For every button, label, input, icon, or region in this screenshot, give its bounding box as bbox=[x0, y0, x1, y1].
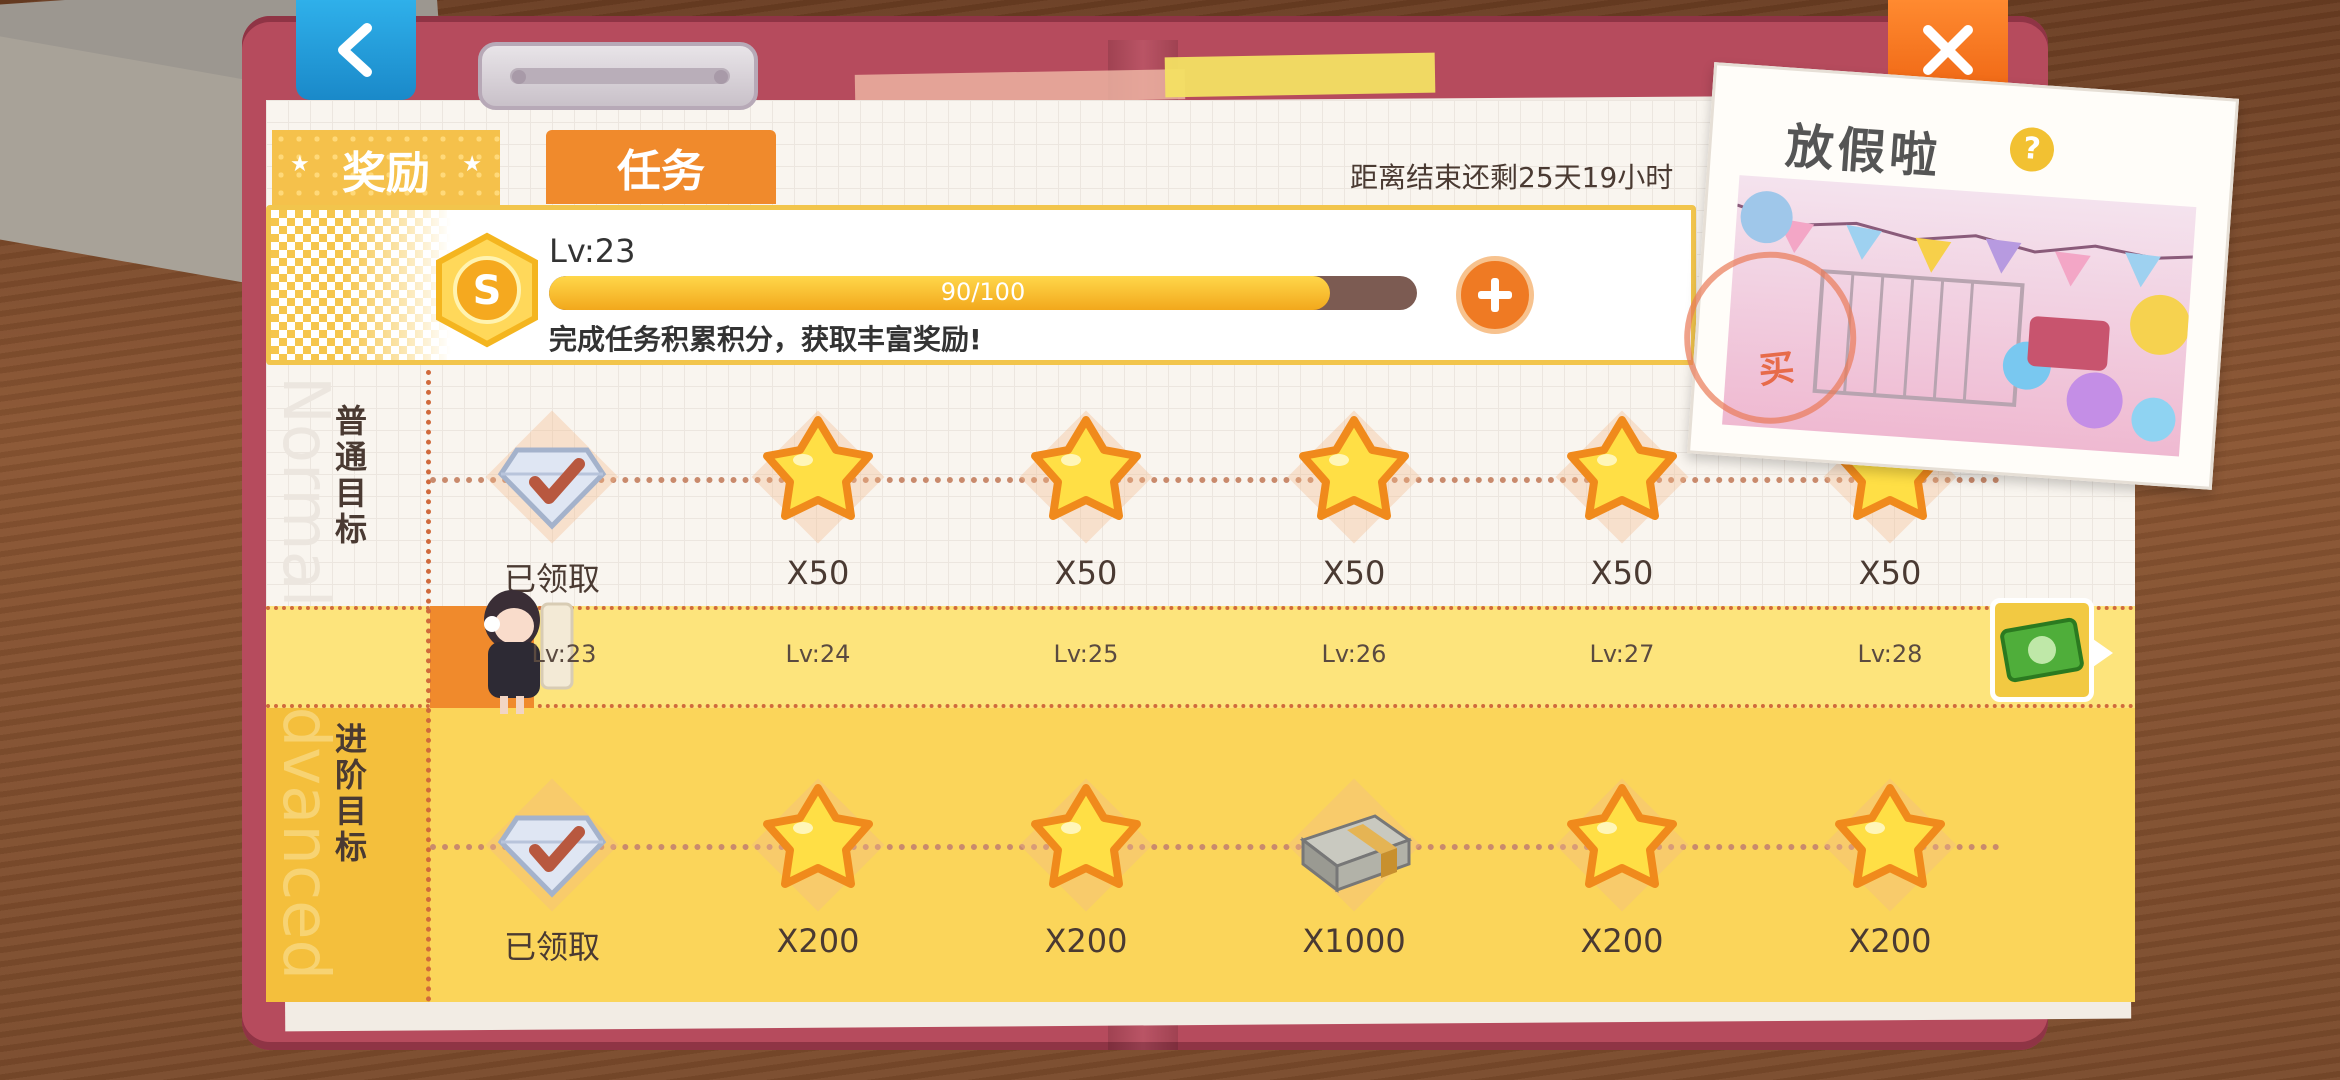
reward-amount: 已领取 bbox=[503, 928, 600, 966]
back-button[interactable] bbox=[296, 0, 416, 100]
level-milestone: Lv:26 bbox=[1321, 640, 1387, 668]
reward-amount: X50 bbox=[1322, 554, 1386, 592]
event-card[interactable]: 放假啦 ? 买 bbox=[1678, 62, 2240, 490]
sparkle-icon: ★ bbox=[462, 152, 482, 177]
advanced-reward-item[interactable]: X200 bbox=[728, 770, 908, 960]
sparkle-icon: ★ bbox=[290, 152, 310, 177]
diamond-icon bbox=[477, 402, 627, 552]
checker-pattern bbox=[271, 210, 451, 360]
event-title: 放假啦 bbox=[1783, 118, 1944, 186]
binder-clip bbox=[478, 42, 758, 110]
reward-amount: X50 bbox=[1590, 554, 1654, 592]
advanced-reward-item[interactable]: X1000 bbox=[1264, 770, 1444, 960]
tab-task-label: 任务 bbox=[617, 146, 705, 197]
clip-rivet bbox=[714, 70, 728, 84]
star-icon bbox=[743, 402, 893, 552]
season-coin-icon: S bbox=[436, 232, 538, 348]
stamp-label: 买 bbox=[1756, 347, 1797, 392]
xp-progress-bar: 90/100 bbox=[549, 276, 1417, 310]
reward-amount: X1000 bbox=[1302, 922, 1406, 960]
advanced-row-label: 进阶目标 bbox=[330, 722, 368, 866]
current-level-label: Lv:23 bbox=[531, 640, 597, 668]
tab-reward-label: 奖励 bbox=[342, 148, 430, 199]
star-icon bbox=[1279, 402, 1429, 552]
advanced-reward-item[interactable]: 已领取 bbox=[462, 770, 642, 968]
reward-amount: X50 bbox=[786, 554, 850, 592]
normal-reward-item[interactable]: X50 bbox=[728, 402, 908, 592]
tape-decoration bbox=[1164, 52, 1436, 98]
diamond-icon bbox=[477, 770, 627, 920]
reward-amount: X50 bbox=[1858, 554, 1922, 592]
ticket-icon bbox=[2000, 617, 2084, 683]
reward-amount: X200 bbox=[1044, 922, 1128, 960]
advanced-reward-item[interactable]: X200 bbox=[1532, 770, 1712, 960]
tab-reward[interactable]: ★ 奖励 ★ bbox=[272, 130, 500, 208]
countdown-text: 距离结束还剩25天19小时 bbox=[1350, 161, 1674, 194]
normal-reward-item[interactable]: X50 bbox=[1264, 402, 1444, 592]
normal-track bbox=[430, 477, 2000, 483]
xp-progress-text: 90/100 bbox=[940, 278, 1026, 306]
advanced-reward-item[interactable]: X200 bbox=[996, 770, 1176, 960]
svg-text:S: S bbox=[473, 268, 502, 314]
star-icon bbox=[1547, 402, 1697, 552]
help-icon[interactable]: ? bbox=[2008, 126, 2056, 173]
normal-row-label: 普通目标 bbox=[330, 404, 368, 548]
reward-amount: X50 bbox=[1054, 554, 1118, 592]
buy-level-button[interactable] bbox=[1456, 256, 1534, 334]
advanced-reward-item[interactable]: X200 bbox=[1800, 770, 1980, 960]
level-milestone: Lv:27 bbox=[1589, 640, 1655, 668]
reward-amount: X200 bbox=[776, 922, 860, 960]
clip-rivet bbox=[512, 70, 526, 84]
normal-reward-item[interactable]: X50 bbox=[1532, 402, 1712, 592]
normal-reward-item[interactable]: 已领取 bbox=[462, 402, 642, 600]
reward-amount: X200 bbox=[1848, 922, 1932, 960]
star-icon bbox=[743, 770, 893, 920]
level-milestone: Lv:24 bbox=[785, 640, 851, 668]
current-level: Lv:23 bbox=[549, 232, 636, 270]
divider bbox=[426, 370, 431, 1002]
normal-reward-item[interactable]: X50 bbox=[996, 402, 1176, 592]
star-icon bbox=[1547, 770, 1697, 920]
reward-amount: X200 bbox=[1580, 922, 1664, 960]
star-icon bbox=[1011, 402, 1161, 552]
star-icon bbox=[1815, 770, 1965, 920]
level-milestone: Lv:25 bbox=[1053, 640, 1119, 668]
chevron-left-icon bbox=[338, 23, 372, 77]
bonus-ticket-button[interactable] bbox=[1990, 598, 2113, 702]
tab-task[interactable]: 任务 bbox=[546, 130, 776, 204]
close-x-icon bbox=[1923, 25, 1973, 75]
advanced-track bbox=[430, 844, 2000, 850]
level-panel: S Lv:23 90/100 完成任务积累积分，获取丰富奖励! bbox=[266, 205, 1696, 365]
level-milestone: Lv:28 bbox=[1857, 640, 1923, 668]
star-icon bbox=[1011, 770, 1161, 920]
cash-stack-icon bbox=[1279, 770, 1429, 920]
level-description: 完成任务积累积分，获取丰富奖励! bbox=[549, 323, 982, 356]
